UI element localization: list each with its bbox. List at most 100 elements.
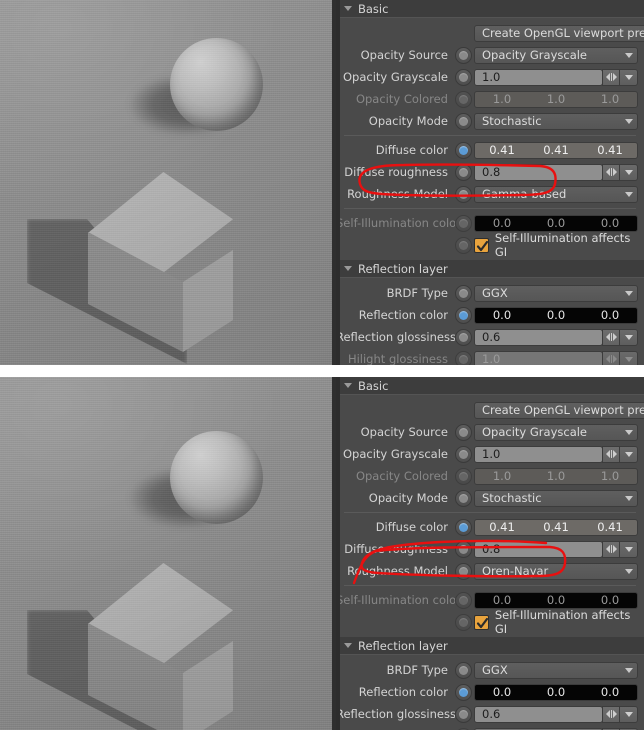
chevron-down-icon [625,495,633,501]
map-slot-dot[interactable] [455,445,472,463]
color-swatch[interactable]: 1.0 1.0 1.0 [474,467,638,485]
spinner-control[interactable] [602,328,620,346]
dropdown-value: Stochastic [482,114,542,128]
param-label: BRDF Type [386,286,448,300]
dropdown[interactable]: GGX [474,284,638,302]
param-row: BRDF Type GGX [336,659,644,681]
map-slot-dot[interactable] [455,661,472,679]
param-row: Opacity Source Opacity Grayscale [336,44,644,66]
map-slot-dot[interactable] [455,68,472,86]
spinner-bar [610,333,612,341]
color-swatch[interactable]: 0.0 0.0 0.0 [474,591,638,609]
map-slot-dot[interactable] [455,705,472,723]
create-opengl-preview-button[interactable]: Create OpenGL viewport preview... [474,401,644,419]
arrow-right-icon [612,450,617,458]
numeric-field[interactable]: 0.6 [474,705,603,723]
group-header-reflection[interactable]: Reflection layer [336,637,644,655]
checkbox[interactable] [474,614,489,630]
dropdown[interactable]: Opacity Grayscale [474,423,638,441]
map-slot-dot[interactable] [455,46,472,64]
map-slot-dot[interactable] [455,328,472,346]
param-row: Create OpenGL viewport preview... [336,22,644,44]
map-slot-dot[interactable] [455,489,472,507]
map-slot-dot-active[interactable] [455,141,472,159]
dot-inner [459,189,468,199]
dot-inner [459,709,468,719]
material-panel-bottom: Basic Create OpenGL viewport preview... Op… [336,377,644,730]
map-slot-dot[interactable] [455,562,472,580]
color-component-1: 1.0 [546,92,566,106]
dropdown-value: Opacity Grayscale [482,48,588,62]
map-slot-dot-active[interactable] [455,306,472,324]
map-slot-dot-active[interactable] [455,518,472,536]
spinner-control[interactable] [602,540,620,558]
spinner-control[interactable] [602,705,620,723]
numeric-field[interactable]: 0.8 [474,540,603,558]
group-header-basic[interactable]: Basic [336,377,644,395]
collapse-triangle-icon[interactable] [344,383,352,388]
color-component-0: 0.0 [492,216,512,230]
param-row: Diffuse color 0.41 0.41 0.41 [336,139,644,161]
spinner-control[interactable] [602,350,620,365]
param-control: 1.0 [455,445,638,463]
numeric-value: 1.0 [482,447,501,461]
comparison-block-top: Basic Create OpenGL viewport preview... Op… [0,0,644,365]
dropdown[interactable]: Stochastic [474,112,638,130]
dropdown-button[interactable] [619,350,638,365]
spinner-control[interactable] [602,445,620,463]
panel-rows-bottom: Basic Create OpenGL viewport preview... Op… [336,377,644,730]
collapse-triangle-icon[interactable] [344,266,352,271]
param-row: Diffuse roughness 0.8 [336,538,644,560]
map-slot-dot[interactable] [455,185,472,203]
spinner-control[interactable] [602,163,620,181]
collapse-triangle-icon[interactable] [344,6,352,11]
collapse-triangle-icon[interactable] [344,643,352,648]
group-header-basic[interactable]: Basic [336,0,644,18]
divider [344,585,636,586]
dot-inner [459,310,468,320]
color-component-0: 0.0 [492,593,512,607]
dropdown[interactable]: Gamma-based [474,185,638,203]
map-slot-dot[interactable] [455,284,472,302]
map-slot-dot[interactable] [455,540,472,558]
color-swatch[interactable]: 0.0 0.0 0.0 [474,306,638,324]
color-swatch[interactable]: 0.0 0.0 0.0 [474,683,638,701]
numeric-field[interactable]: 1.0 [474,68,603,86]
color-swatch[interactable]: 0.41 0.41 0.41 [474,518,638,536]
dropdown-button[interactable] [619,540,638,558]
param-label: Opacity Mode [368,114,448,128]
checkbox[interactable] [474,237,489,253]
spinner-bar [610,355,612,363]
dropdown-button[interactable] [619,68,638,86]
param-label: Reflection glossiness [336,707,455,721]
color-swatch[interactable]: 1.0 1.0 1.0 [474,90,638,108]
dropdown-button[interactable] [619,163,638,181]
group-header-reflection[interactable]: Reflection layer [336,260,644,278]
map-slot-dot[interactable] [455,163,472,181]
map-slot-dot-active[interactable] [455,683,472,701]
color-component-0: 1.0 [492,469,512,483]
color-swatch[interactable]: 0.0 0.0 0.0 [474,214,638,232]
create-opengl-preview-button[interactable]: Create OpenGL viewport preview... [474,24,644,42]
arrow-right-icon [612,73,617,81]
spinner-control[interactable] [602,68,620,86]
dropdown-button[interactable] [619,705,638,723]
arrow-left-icon [605,450,610,458]
dropdown-button[interactable] [619,445,638,463]
map-slot-dot[interactable] [455,423,472,441]
dropdown[interactable]: Oren-Nayar [474,562,638,580]
numeric-field[interactable]: 1.0 [474,350,603,365]
dropdown[interactable]: Opacity Grayscale [474,46,638,64]
param-label: Diffuse color [375,143,448,157]
numeric-field[interactable]: 0.8 [474,163,603,181]
numeric-field[interactable]: 0.6 [474,328,603,346]
param-control: 0.41 0.41 0.41 [455,518,638,536]
numeric-field[interactable]: 1.0 [474,445,603,463]
chevron-down-icon [624,451,633,457]
dropdown[interactable]: GGX [474,661,638,679]
material-panel-top: Basic Create OpenGL viewport preview... Op… [336,0,644,365]
color-swatch[interactable]: 0.41 0.41 0.41 [474,141,638,159]
map-slot-dot[interactable] [455,112,472,130]
dropdown-button[interactable] [619,328,638,346]
dropdown[interactable]: Stochastic [474,489,638,507]
